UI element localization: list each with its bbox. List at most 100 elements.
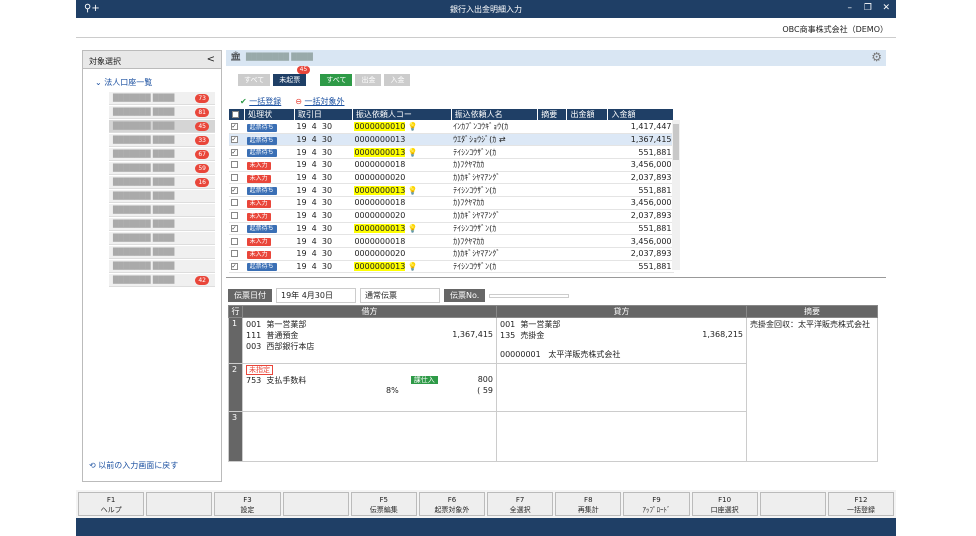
function-key[interactable] [146, 492, 213, 516]
filter-all-status[interactable]: すべて [238, 74, 271, 86]
voucher-date-field[interactable]: 19年 4月30日 [276, 288, 356, 303]
close-icon[interactable]: ✕ [882, 3, 890, 13]
row-checkbox[interactable]: ✓ [228, 260, 245, 274]
scroll-thumb[interactable] [673, 124, 679, 160]
column-header[interactable]: 取引日 [293, 108, 353, 121]
function-key[interactable] [282, 492, 349, 516]
deposit: 2,037,893 [607, 247, 674, 261]
collapse-icon[interactable]: < [207, 54, 215, 65]
minimize-icon[interactable]: – [848, 3, 853, 13]
credit-cell[interactable] [496, 411, 747, 462]
row-checkbox[interactable]: ✓ [228, 133, 245, 147]
row-checkbox[interactable]: ✓ [228, 222, 245, 236]
table-row[interactable]: 未入力 19 4 30 0000000018 ｶ)ﾌｸﾔﾏｶｶ 3,456,00… [228, 158, 674, 172]
column-header[interactable]: 振込依頼人コー [351, 108, 452, 121]
row-checkbox[interactable] [228, 247, 245, 261]
function-key[interactable]: F9 ｱｯﾌﾟﾛｰﾄﾞ [623, 492, 690, 516]
back-link[interactable]: ⟲ 以前の入力画面に戻す [89, 460, 178, 471]
fkey-code: F5 [379, 496, 389, 504]
function-key[interactable]: F3 設定 [214, 492, 281, 516]
account-item[interactable]: ███████ ████ [109, 246, 215, 259]
debit-cell[interactable]: 未指定 753 支払手数料 課仕入 800 8%( 59 [242, 363, 497, 412]
credit-cell[interactable]: 001 第一営業部 135 売掛金 1,368,215 00000001 太平洋販… [496, 317, 747, 364]
function-key[interactable] [759, 492, 826, 516]
account-item[interactable]: ███████ ████ [109, 190, 215, 203]
splitter[interactable] [226, 277, 886, 278]
gear-icon[interactable]: ⚙ [871, 50, 882, 64]
row-checkbox[interactable]: ✓ [228, 120, 245, 134]
table-row[interactable]: ✓ 起票待ち 19 4 30 0000000010 💡 ｲﾝｶﾌﾞﾝｺｳｷﾞｮｳ… [228, 120, 674, 134]
function-key[interactable]: F6 起票対象外 [418, 492, 486, 516]
row-checkbox[interactable]: ✓ [228, 183, 245, 198]
function-key[interactable]: F12 一括登録 [827, 492, 895, 516]
bulk-register-link[interactable]: ✔ 一括登録 [240, 96, 281, 107]
row-checkbox[interactable]: ✓ [228, 145, 245, 160]
table-row[interactable]: ✓ 起票待ち 19 4 30 0000000013 💡 ﾃｲｼﾝｺｳｻﾞﾝ(ｶ … [228, 183, 674, 198]
filter-in[interactable]: 入金 [384, 74, 411, 86]
account-item[interactable]: ███████ ████ 45 [109, 120, 215, 133]
voucher-type-field[interactable]: 通常伝票 [360, 288, 440, 303]
memo-cell[interactable]: 売掛金回収：太平洋販売株式会社 [746, 317, 878, 462]
column-header[interactable]: 摘要 [537, 108, 568, 121]
table-row[interactable]: ✓ 起票待ち 19 4 30 0000000013 ｳｴﾀﾞｼｮｳｼﾞ(ｶ ⇄ … [228, 133, 674, 147]
table-row[interactable]: ✓ 起票待ち 19 4 30 0000000013 💡 ﾃｲｼﾝｺｳｻﾞﾝ(ｶ … [228, 260, 674, 274]
table-row[interactable]: 未入力 19 4 30 0000000018 ｶ)ﾌｸﾔﾏｶｶ 3,456,00… [228, 234, 674, 248]
row-checkbox[interactable] [228, 209, 245, 223]
restore-icon[interactable]: ❐ [864, 3, 872, 13]
function-key[interactable]: F7 全選択 [487, 492, 554, 516]
column-header[interactable]: 入金額 [607, 108, 674, 121]
voucher-row[interactable]: 1 001 第一営業部 111 普通預金 1,367,415 003 西部銀行本店… [228, 317, 878, 462]
bulb-icon: 💡 [407, 223, 418, 233]
column-header[interactable]: 処理状 [244, 108, 295, 121]
payer-code: 0000000013 💡 [352, 145, 452, 160]
table-row[interactable]: 未入力 19 4 30 0000000018 ｶ)ﾌｸﾔﾏｶｶ 3,456,00… [228, 196, 674, 210]
table-row[interactable]: ✓ 起票待ち 19 4 30 0000000013 💡 ﾃｲｼﾝｺｳｻﾞﾝ(ｶ … [228, 145, 674, 160]
memo [537, 234, 567, 248]
table-row[interactable]: 未入力 19 4 30 0000000020 ｶ)ｶｷﾞｼﾔﾏｱﾝｸﾞ 2,03… [228, 209, 674, 223]
voucher-date-label: 伝票日付 [228, 289, 272, 302]
grid-scrollbar[interactable] [672, 120, 680, 270]
account-item[interactable]: ███████ ████ 67 [109, 148, 215, 161]
select-all-checkbox[interactable] [227, 108, 246, 121]
withdrawal [566, 183, 608, 198]
voucher-no-field[interactable] [489, 293, 570, 298]
debit-cell[interactable] [242, 411, 497, 462]
function-key[interactable]: F8 再集計 [555, 492, 622, 516]
function-key[interactable]: F10 口座選択 [691, 492, 758, 516]
account-item[interactable]: ███████ ████ [109, 232, 215, 245]
account-item[interactable]: ███████ ████ 16 [109, 176, 215, 189]
fkey-code: F8 [584, 496, 593, 504]
account-item[interactable]: ███████ ████ 42 [109, 274, 215, 287]
memo [537, 183, 567, 198]
account-item[interactable]: ███████ ████ 81 [109, 106, 215, 119]
row-checkbox[interactable] [228, 196, 245, 210]
account-item[interactable]: ███████ ████ 33 [109, 134, 215, 147]
target-select-panel: 対象選択 < ⌄ 法人口座一覧 ███████ ████ 73 ███████ ██… [82, 50, 222, 482]
trade-date: 19 4 30 [294, 234, 353, 248]
function-key[interactable]: F5 伝票編集 [350, 492, 417, 516]
row-checkbox[interactable] [228, 158, 245, 172]
status-badge: 起票待ち [246, 123, 277, 132]
count-badge: 45 [195, 122, 209, 131]
filter-unrecorded[interactable]: 未起票 45 [273, 66, 311, 86]
function-key[interactable]: F1 ヘルプ [78, 492, 145, 516]
row-checkbox[interactable] [228, 234, 245, 248]
debit-cell[interactable]: 001 第一営業部 111 普通預金 1,367,415 003 西部銀行本店 [242, 317, 497, 364]
bulk-exclude-link[interactable]: ⊖ 一括対象外 [295, 96, 344, 107]
column-header[interactable]: 振込依頼人名 [450, 108, 539, 121]
table-row[interactable]: 未入力 19 4 30 0000000020 ｶ)ｶｷﾞｼﾔﾏｱﾝｸﾞ 2,03… [228, 247, 674, 261]
table-row[interactable]: ✓ 起票待ち 19 4 30 0000000013 💡 ﾃｲｼﾝｺｳｻﾞﾝ(ｶ … [228, 222, 674, 236]
filter-out[interactable]: 出金 [355, 74, 382, 86]
row-checkbox[interactable] [228, 171, 245, 185]
account-group[interactable]: ⌄ 法人口座一覧 [95, 77, 215, 88]
account-item[interactable]: ███████ ████ [109, 260, 215, 273]
table-row[interactable]: 未入力 19 4 30 0000000020 ｶ)ｶｷﾞｼﾔﾏｱﾝｸﾞ 2,03… [228, 171, 674, 185]
account-item[interactable]: ███████ ████ 59 [109, 162, 215, 175]
credit-cell[interactable] [496, 363, 747, 412]
count-badge: 73 [195, 94, 209, 103]
account-item[interactable]: ███████ ████ 73 [109, 92, 215, 105]
account-item[interactable]: ███████ ████ [109, 204, 215, 217]
filter-all-type[interactable]: すべて [320, 74, 353, 86]
column-header[interactable]: 出金額 [566, 108, 609, 121]
account-item[interactable]: ███████ ████ [109, 218, 215, 231]
